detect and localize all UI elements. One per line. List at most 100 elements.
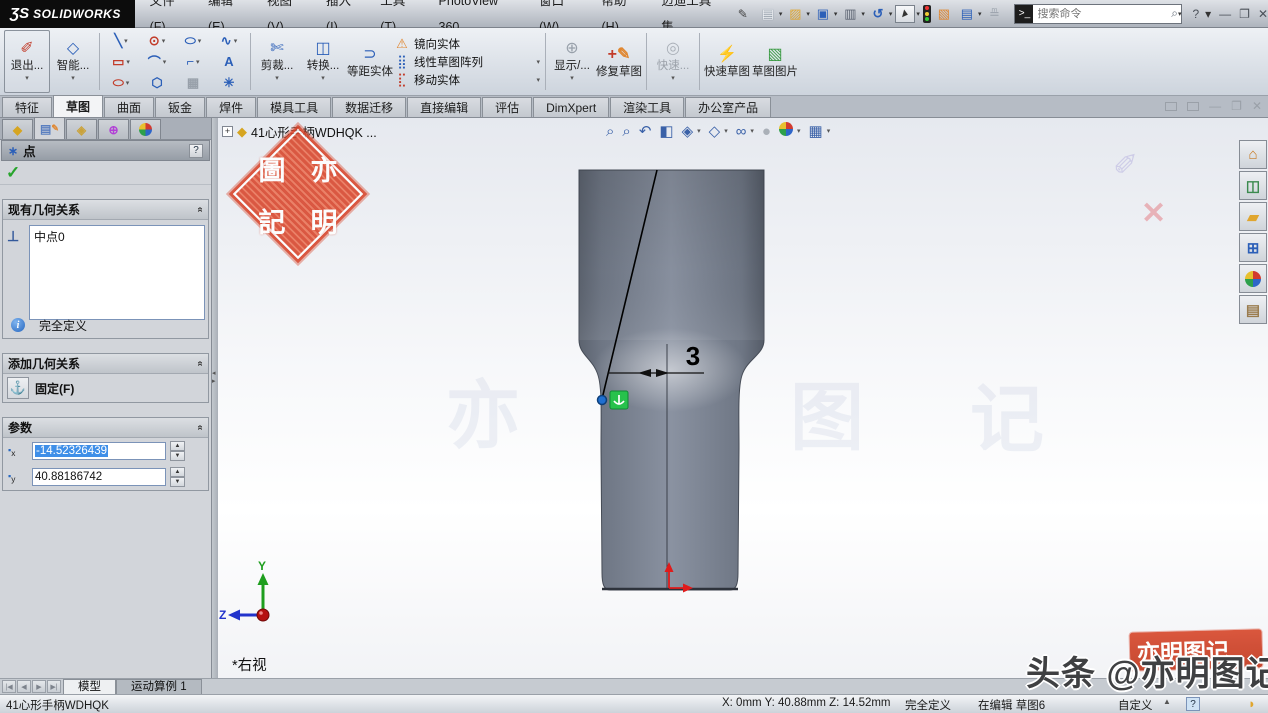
y-spin-up-icon[interactable]: ▲ — [170, 467, 185, 477]
tab-data-migration[interactable]: 数据迁移 — [332, 97, 406, 117]
snap-icon[interactable]: ≞ — [984, 4, 1004, 24]
convert-caret-icon[interactable]: ▾ — [321, 73, 325, 85]
search-caret-icon[interactable]: ▾ — [1178, 10, 1182, 18]
arc-tool[interactable]: ⌒▾ — [139, 51, 175, 72]
linear-pattern-caret-icon[interactable]: ▾ — [536, 58, 542, 66]
select-caret-icon[interactable]: ▾ — [916, 10, 920, 18]
slot-tool[interactable]: ⬭▾ — [103, 72, 139, 93]
help-icon[interactable]: ? — [1192, 7, 1199, 21]
line-tool[interactable]: ╲▾ — [103, 30, 139, 51]
point-tool[interactable]: ✳ — [211, 72, 247, 93]
trim-caret-icon[interactable]: ▾ — [275, 73, 279, 85]
tab-next-icon[interactable]: ▶ — [32, 680, 46, 693]
new-document-icon[interactable]: ▤ — [758, 4, 778, 24]
repair-sketch-button[interactable]: +✎ 修复草图 — [595, 30, 643, 93]
tab-office-products[interactable]: 办公室产品 — [685, 97, 771, 117]
tab-render-tools[interactable]: 渲染工具 — [610, 97, 684, 117]
collapse-chevron-icon[interactable]: « — [195, 207, 206, 213]
tab-prev-icon[interactable]: ◀ — [17, 680, 31, 693]
tab-weldments[interactable]: 焊件 — [206, 97, 256, 117]
model-tab[interactable]: 模型 — [63, 679, 116, 694]
restore-icon[interactable]: ❐ — [1239, 7, 1250, 21]
linear-pattern-button[interactable]: ⣿ 线性草图阵列 ▾ — [394, 54, 542, 70]
mirror-entities-button[interactable]: ⚠ 镜向实体 — [394, 36, 542, 52]
exit-sketch-button[interactable]: ✐ 退出... ▾ — [4, 30, 50, 93]
dimxpertmanager-tab[interactable]: ⊕ — [98, 119, 129, 139]
tab-last-icon[interactable]: ▶| — [47, 680, 61, 693]
doc-minimize-icon[interactable]: — — [1209, 99, 1221, 113]
display-relations-button[interactable]: ⊕ 显示/... ▾ — [549, 30, 595, 93]
dimension-text[interactable]: 3 — [686, 341, 700, 371]
pin-icon[interactable]: ✎ — [732, 7, 754, 21]
rebuild-traffic-icon[interactable] — [923, 5, 931, 23]
exit-sketch-caret-icon[interactable]: ▾ — [25, 73, 29, 85]
save-caret-icon[interactable]: ▾ — [834, 10, 838, 18]
polygon-tool[interactable]: ⬡ — [139, 72, 175, 93]
text-tool[interactable]: A — [211, 51, 247, 72]
displaymanager-tab[interactable] — [130, 119, 161, 139]
y-spin-down-icon[interactable]: ▼ — [170, 477, 185, 487]
save-icon[interactable]: ▣ — [813, 4, 833, 24]
tab-direct-editing[interactable]: 直接编辑 — [407, 97, 481, 117]
x-value-field[interactable]: -14.52326439 — [32, 442, 166, 460]
print-icon[interactable]: ▥ — [840, 4, 860, 24]
undo-icon[interactable]: ↺ — [868, 4, 888, 24]
relation-item[interactable]: 中点0 — [34, 228, 200, 245]
plane-tool[interactable]: ▦ — [175, 72, 211, 93]
fix-relation-button[interactable]: ⚓ 固定(F) — [3, 374, 208, 402]
open-icon[interactable]: ▨ — [785, 4, 805, 24]
spline-tool[interactable]: ∿▾ — [211, 30, 247, 51]
rapid-sketch-button[interactable]: ⚡ 快速草图 — [703, 30, 751, 93]
open-caret-icon[interactable]: ▾ — [806, 10, 810, 18]
tab-mold-tools[interactable]: 模具工具 — [257, 97, 331, 117]
add-relations-header[interactable]: 添加几何关系 « — [3, 354, 208, 374]
relations-listbox[interactable]: 中点0 — [29, 225, 205, 320]
tab-sheetmetal[interactable]: 钣金 — [155, 97, 205, 117]
new-caret-icon[interactable]: ▾ — [779, 10, 783, 18]
configurationmanager-tab[interactable]: ◈ — [66, 119, 97, 139]
quick-snaps-button[interactable]: ◎ 快速... ▾ — [650, 30, 696, 93]
doc-close-icon[interactable]: ✕ — [1252, 99, 1262, 113]
x-spin-up-icon[interactable]: ▲ — [170, 441, 185, 451]
tab-dimxpert[interactable]: DimXpert — [533, 97, 609, 117]
graphics-viewport[interactable]: + ◆ 41心形手柄WDHQK ... ⌕ ⌕ ↶ ◧ ◈▾ ◇▾ ∞▾ ● ▾… — [218, 118, 1268, 678]
doc-pane2-icon[interactable] — [1187, 102, 1199, 111]
trim-button[interactable]: ✄ 剪裁... ▾ — [254, 30, 300, 93]
fixed-relation-badge[interactable] — [610, 391, 628, 409]
tab-evaluate[interactable]: 评估 — [482, 97, 532, 117]
status-help-icon[interactable]: ? — [1186, 697, 1200, 711]
rectangle-tool[interactable]: ▭▾ — [103, 51, 139, 72]
convert-entities-button[interactable]: ◫ 转换... ▾ — [300, 30, 346, 93]
options-icon[interactable]: ▧ — [934, 4, 954, 24]
display-caret-icon[interactable]: ▾ — [570, 73, 574, 85]
search-input[interactable] — [1033, 8, 1171, 20]
offset-entities-button[interactable]: ⊃ 等距实体 — [346, 30, 394, 93]
featuremanager-tab[interactable]: ◆ — [2, 119, 33, 139]
help-caret-icon[interactable]: ▾ — [1205, 7, 1211, 21]
tab-sketch[interactable]: 草图 — [53, 95, 103, 117]
collapse-chevron-icon[interactable]: « — [195, 425, 206, 431]
doc-pane-icon[interactable] — [1165, 102, 1177, 111]
units-caret-icon[interactable]: ▲ — [1163, 697, 1171, 706]
x-spin-down-icon[interactable]: ▼ — [170, 451, 185, 461]
sketch-point[interactable] — [598, 396, 607, 405]
close-icon[interactable]: ✕ — [1258, 7, 1268, 21]
smart-dimension-button[interactable]: ◇ 智能... ▾ — [50, 30, 96, 93]
tab-features[interactable]: 特征 — [2, 97, 52, 117]
pm-help-icon[interactable]: ? — [189, 144, 203, 158]
undo-caret-icon[interactable]: ▾ — [889, 10, 893, 18]
ok-check-icon[interactable]: ✓ — [6, 163, 20, 183]
properties-list-icon[interactable]: ▤ — [957, 4, 977, 24]
list-caret-icon[interactable]: ▾ — [978, 10, 982, 18]
print-caret-icon[interactable]: ▾ — [861, 10, 865, 18]
smart-dimension-caret-icon[interactable]: ▾ — [71, 73, 75, 85]
propertymanager-tab[interactable]: ▤✎ — [34, 117, 65, 139]
move-entities-caret-icon[interactable]: ▾ — [536, 76, 542, 84]
sketch-picture-button[interactable]: ▧ 草图图片 — [751, 30, 799, 93]
tab-first-icon[interactable]: |◀ — [2, 680, 16, 693]
y-value-field[interactable]: 40.88186742 — [32, 468, 166, 486]
status-tag-icon[interactable]: ◗ — [1248, 696, 1256, 711]
tab-surfaces[interactable]: 曲面 — [104, 97, 154, 117]
parameters-header[interactable]: 参数 « — [3, 418, 208, 438]
fillet-tool[interactable]: ⌐▾ — [175, 51, 211, 72]
